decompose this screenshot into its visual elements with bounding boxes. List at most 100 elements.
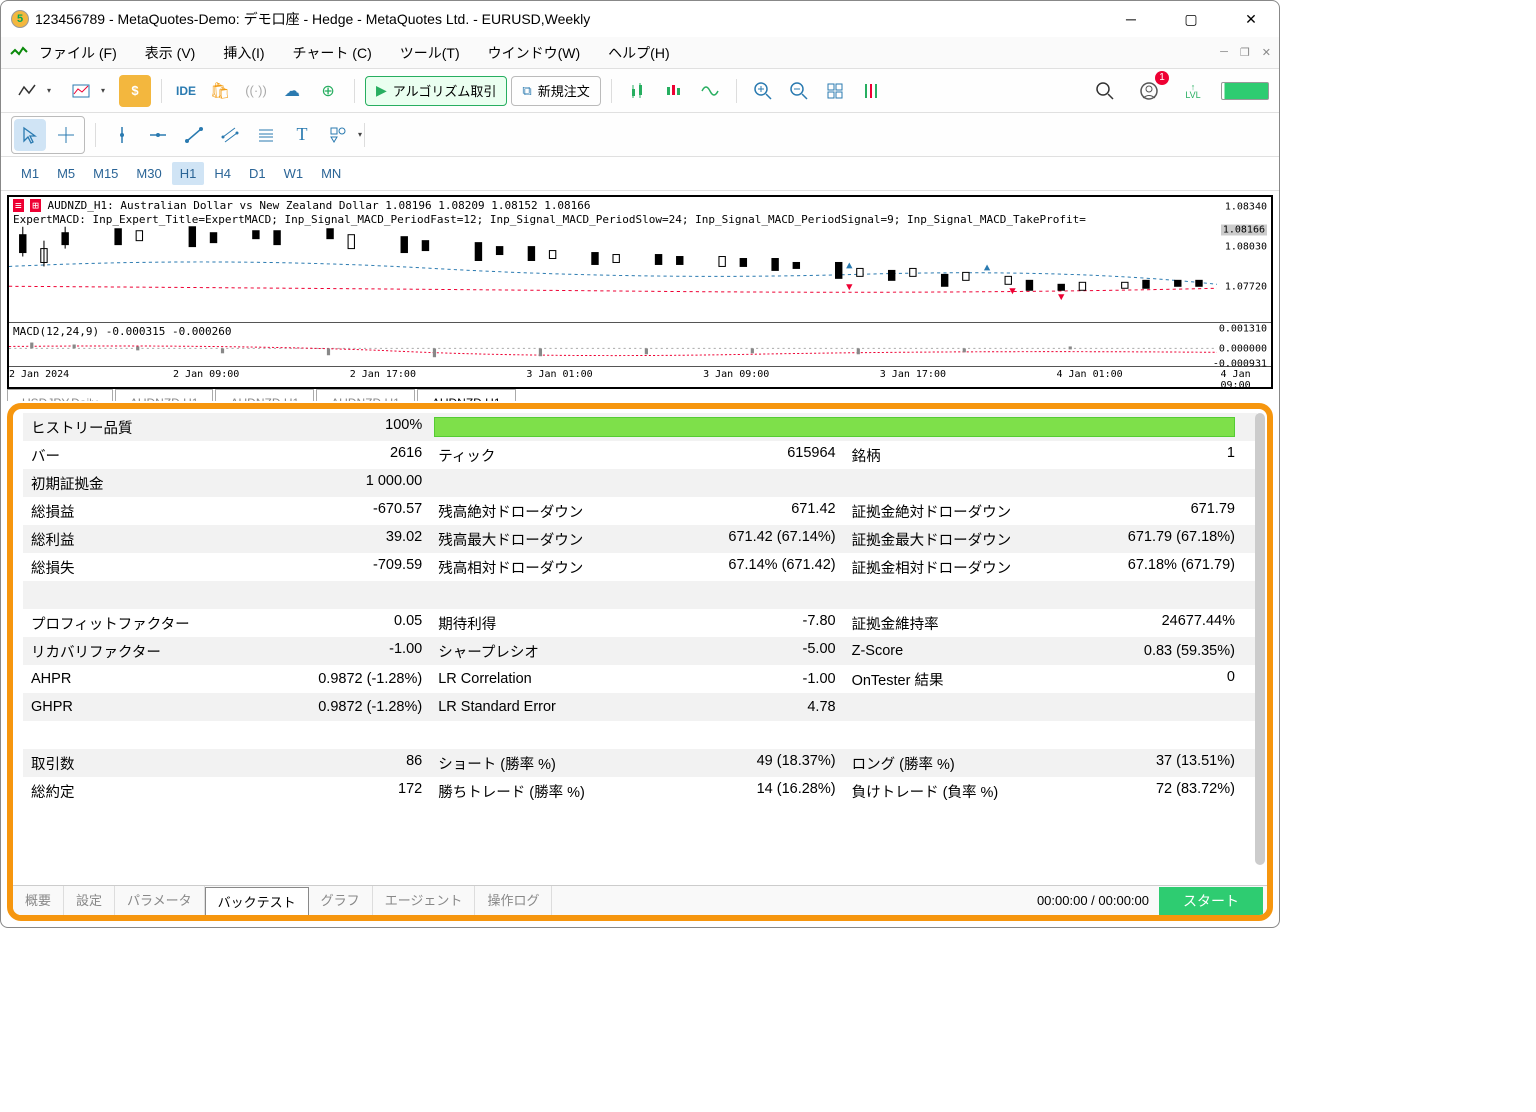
report-tab-操作ログ[interactable]: 操作ログ [475, 886, 552, 915]
crosshair-tool[interactable] [50, 119, 82, 151]
report-row: リカバリファクター-1.00シャープレシオ-5.00Z-Score0.83 (5… [23, 637, 1257, 665]
timeframe-M1[interactable]: M1 [13, 162, 47, 185]
new-order-button[interactable]: ⧉新規注文 [511, 76, 600, 106]
algo-trading-label: アルゴリズム取引 [393, 81, 497, 100]
start-button[interactable]: スタート [1159, 887, 1263, 915]
cursor-tool[interactable] [14, 119, 46, 151]
channel-tool[interactable] [214, 119, 246, 151]
text-tool[interactable]: T [286, 119, 318, 151]
wave-icon[interactable] [694, 75, 726, 107]
report-row: プロフィットファクター0.05期待利得-7.80証拠金維持率24677.44% [23, 609, 1257, 637]
new-order-label: 新規注文 [538, 81, 590, 100]
chart-indicator-pane[interactable]: MACD(12,24,9) -0.000315 -0.000260 0.0013… [9, 323, 1271, 367]
shapes-dropdown[interactable] [322, 119, 354, 151]
timeframe-MN[interactable]: MN [313, 162, 349, 185]
market-button[interactable]: 🛍 [204, 75, 236, 107]
chart-tab[interactable]: AUDNZD,H1 [316, 389, 415, 401]
report-row: 総損失-709.59残高相対ドローダウン67.14% (671.42)証拠金相対… [23, 553, 1257, 581]
chart-tab[interactable]: AUDNZD,H1 [115, 389, 214, 401]
ide-button[interactable]: IDE [172, 75, 200, 107]
candles-mixed-icon[interactable] [658, 75, 690, 107]
close-button[interactable]: ✕ [1233, 11, 1269, 28]
report-tab-設定[interactable]: 設定 [64, 886, 115, 915]
report-row: 総利益39.02残高最大ドローダウン671.42 (67.14%)証拠金最大ドロ… [23, 525, 1257, 553]
report-row: 取引数86ショート (勝率 %)49 (18.37%)ロング (勝率 %)37 … [23, 749, 1257, 777]
menu-file[interactable]: ファイル (F) [39, 43, 117, 63]
child-close-icon[interactable]: ✕ [1262, 46, 1271, 59]
vps-add-button[interactable]: ⊕ [312, 75, 344, 107]
report-tab-概要[interactable]: 概要 [13, 886, 64, 915]
child-minimize-icon[interactable]: ─ [1220, 46, 1228, 59]
timeframe-M15[interactable]: M15 [85, 162, 126, 185]
window-title: 123456789 - MetaQuotes-Demo: デモ口座 - Hedg… [35, 9, 1113, 29]
timeframe-W1[interactable]: W1 [276, 162, 312, 185]
report-row [23, 581, 1257, 609]
xaxis-tick: 2 Jan 09:00 [173, 369, 239, 380]
xaxis-tick: 4 Jan 09:00 [1221, 369, 1271, 391]
alerts-button[interactable] [1133, 75, 1165, 107]
chart-yaxis-main: 1.08340 1.08166 1.08030 1.07720 [1217, 197, 1271, 322]
hq-value: 100% [385, 417, 422, 438]
chart-main-pane[interactable]: ≡ ⊞ AUDNZD_H1: Australian Dollar vs New … [9, 197, 1271, 323]
hline-tool[interactable] [142, 119, 174, 151]
report-tab-バックテスト[interactable]: バックテスト [205, 887, 309, 916]
report-tabs: 概要設定パラメータバックテストグラフエージェント操作ログ 00:00:00 / … [13, 885, 1267, 915]
zoom-out-button[interactable] [783, 75, 815, 107]
fib-tool[interactable] [250, 119, 282, 151]
candles-up-icon[interactable] [622, 75, 654, 107]
main-toolbar: $ IDE 🛍 ((·)) ☁ ⊕ ▶アルゴリズム取引 ⧉新規注文 ↑LVL [1, 69, 1279, 113]
grid-button[interactable] [819, 75, 851, 107]
report-row: AHPR0.9872 (-1.28%)LR Correlation-1.00On… [23, 665, 1257, 693]
child-restore-icon[interactable]: ❐ [1240, 46, 1250, 59]
vps-button[interactable]: ☁ [276, 75, 308, 107]
backtest-report-frame: ヒストリー品質 100% バー2616ティック615964銘柄1初期証拠金1 00… [7, 403, 1273, 921]
titlebar: 5 123456789 - MetaQuotes-Demo: デモ口座 - He… [1, 1, 1279, 37]
report-tab-パラメータ[interactable]: パラメータ [115, 886, 205, 915]
xaxis-tick: 3 Jan 01:00 [526, 369, 592, 380]
timeframe-D1[interactable]: D1 [241, 162, 274, 185]
connection-indicator[interactable] [1221, 82, 1269, 100]
menu-window[interactable]: ウインドウ(W) [488, 43, 581, 63]
maximize-button[interactable]: ▢ [1173, 11, 1209, 28]
backtest-report[interactable]: ヒストリー品質 100% バー2616ティック615964銘柄1初期証拠金1 00… [13, 409, 1267, 885]
chart-tabs: USDJPY,DailyAUDNZD,H1AUDNZD,H1AUDNZD,H1A… [7, 389, 1273, 401]
xaxis-tick: 2 Jan 2024 [9, 369, 69, 380]
chart-xaxis: 2 Jan 2024 2 Jan 09:00 2 Jan 17:00 3 Jan 01… [9, 367, 1271, 387]
timeframe-H4[interactable]: H4 [206, 162, 239, 185]
signal-button[interactable]: ((·)) [240, 75, 272, 107]
report-tab-エージェント[interactable]: エージェント [373, 886, 476, 915]
chart-tab[interactable]: USDJPY,Daily [7, 389, 113, 401]
menu-help[interactable]: ヘルプ(H) [608, 43, 669, 63]
report-tab-グラフ[interactable]: グラフ [309, 886, 373, 915]
minimize-button[interactable]: ─ [1113, 11, 1149, 28]
hq-label: ヒストリー品質 [31, 417, 133, 438]
report-row: 初期証拠金1 000.00 [23, 469, 1257, 497]
chart-tab[interactable]: AUDNZD,H1 [417, 389, 516, 401]
menu-view[interactable]: 表示 (V) [145, 43, 196, 63]
report-row [23, 721, 1257, 749]
xaxis-tick: 2 Jan 17:00 [350, 369, 416, 380]
vline-tool[interactable] [106, 119, 138, 151]
candlestick-chart [9, 197, 1217, 322]
menu-insert[interactable]: 挿入(I) [223, 43, 264, 63]
zoom-in-button[interactable] [747, 75, 779, 107]
search-button[interactable] [1089, 75, 1121, 107]
timeframe-M30[interactable]: M30 [128, 162, 169, 185]
menu-tool[interactable]: ツール(T) [400, 43, 460, 63]
chart-type-dropdown[interactable] [11, 75, 43, 107]
chart-tab[interactable]: AUDNZD,H1 [215, 389, 314, 401]
report-row: バー2616ティック615964銘柄1 [23, 441, 1257, 469]
bars-icon[interactable] [855, 75, 887, 107]
indicators-dropdown[interactable] [65, 75, 97, 107]
trendline-tool[interactable] [178, 119, 210, 151]
xaxis-tick: 4 Jan 01:00 [1056, 369, 1122, 380]
chart-area[interactable]: ≡ ⊞ AUDNZD_H1: Australian Dollar vs New … [7, 195, 1273, 389]
dollar-button[interactable]: $ [119, 75, 151, 107]
timeframe-H1[interactable]: H1 [172, 162, 205, 185]
drawing-toolbar: T [1, 113, 1279, 157]
algo-trading-button[interactable]: ▶アルゴリズム取引 [365, 76, 507, 106]
timeframe-M5[interactable]: M5 [49, 162, 83, 185]
menu-chart[interactable]: チャート (C) [293, 43, 372, 63]
mt5-icon [9, 44, 27, 62]
timeframe-bar: M1M5M15M30H1H4D1W1MN [1, 157, 1279, 191]
